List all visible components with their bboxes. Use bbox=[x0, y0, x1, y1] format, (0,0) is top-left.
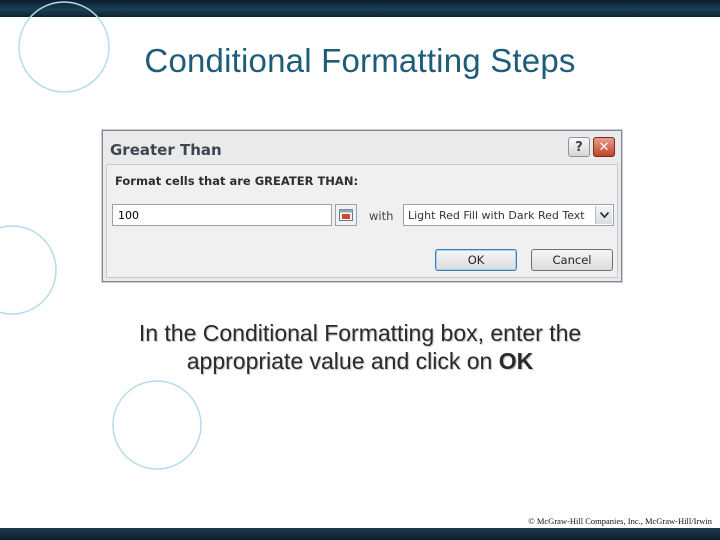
slide-title: Conditional Formatting Steps bbox=[144, 42, 576, 79]
format-style-select[interactable]: Light Red Fill with Dark Red Text bbox=[403, 204, 614, 226]
chevron-down-icon bbox=[599, 212, 609, 218]
format-style-value: Light Red Fill with Dark Red Text bbox=[408, 209, 585, 222]
range-select-button[interactable] bbox=[335, 204, 357, 226]
slide-caption: In the Conditional Formatting box, enter… bbox=[110, 320, 610, 375]
ok-button[interactable]: OK bbox=[435, 249, 517, 271]
decor-circle-left bbox=[0, 225, 57, 315]
greater-than-dialog: Greater Than ? ✕ Format cells that are G… bbox=[102, 130, 622, 282]
with-label: with bbox=[369, 209, 394, 223]
close-button[interactable]: ✕ bbox=[593, 137, 615, 157]
cancel-button[interactable]: Cancel bbox=[531, 249, 613, 271]
help-icon: ? bbox=[575, 139, 583, 155]
decor-circle-lower bbox=[112, 380, 202, 470]
dialog-body: Format cells that are GREATER THAN: 100 … bbox=[106, 164, 618, 278]
copyright-notice: © McGraw-Hill Companies, Inc., McGraw-Hi… bbox=[528, 516, 712, 526]
caption-emphasis: OK bbox=[498, 347, 534, 374]
threshold-value-input[interactable]: 100 bbox=[112, 204, 332, 226]
help-button[interactable]: ? bbox=[568, 137, 590, 157]
close-icon: ✕ bbox=[598, 139, 610, 155]
range-select-icon bbox=[339, 209, 353, 221]
dialog-title: Greater Than bbox=[110, 141, 222, 159]
dropdown-arrow-button[interactable] bbox=[595, 206, 612, 224]
bottom-banner-bar bbox=[0, 528, 720, 540]
format-prompt-label: Format cells that are GREATER THAN: bbox=[115, 174, 359, 188]
